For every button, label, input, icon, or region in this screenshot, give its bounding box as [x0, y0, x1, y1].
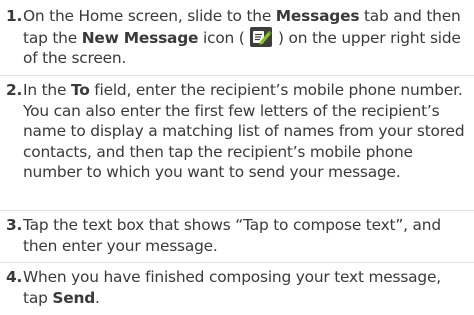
separator	[0, 210, 474, 211]
step-3: 3. Tap the text box that shows “Tap to c…	[6, 215, 468, 256]
step-1: 1. On the Home screen, slide to the Mess…	[6, 6, 468, 69]
new-message-term: New Message	[81, 28, 199, 47]
instruction-steps: 1. On the Home screen, slide to the Mess…	[0, 0, 474, 315]
separator	[0, 262, 474, 263]
step-2: 2. In the To field, enter the recipient’…	[6, 80, 468, 183]
step-number: 3.	[6, 216, 23, 234]
send-term: Send	[52, 288, 96, 307]
step-text-part: Tap the text box that shows “Tap to comp…	[23, 216, 441, 255]
step-text-part: field, enter the recipient’s mobile phon…	[23, 81, 465, 181]
new-message-icon	[250, 26, 273, 47]
step-text-part: In the	[23, 81, 71, 99]
step-text: On the Home screen, slide to the Message…	[23, 6, 468, 69]
step-text-part: .	[95, 288, 100, 307]
step-text: When you have finished composing your te…	[23, 267, 468, 308]
messages-tab-term: Messages	[275, 7, 360, 25]
separator	[0, 75, 474, 76]
step-4: 4. When you have finished composing your…	[6, 267, 468, 308]
step-text: Tap the text box that shows “Tap to comp…	[23, 215, 468, 256]
step-number: 4.	[6, 268, 23, 286]
step-text-part: On the Home screen, slide to the	[23, 7, 276, 25]
step-number: 2.	[6, 81, 23, 99]
to-field-term: To	[70, 81, 90, 99]
step-text-part: icon (	[198, 28, 250, 47]
step-text: In the To field, enter the recipient’s m…	[23, 80, 468, 183]
step-number: 1.	[6, 7, 23, 25]
